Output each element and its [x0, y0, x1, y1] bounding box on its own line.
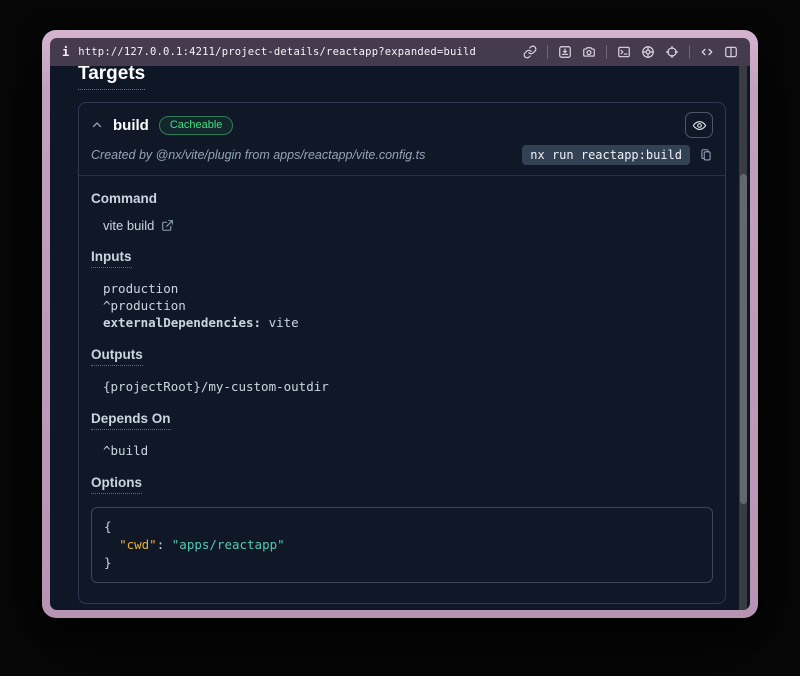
external-deps-value: vite	[261, 315, 299, 330]
created-by-text: Created by @nx/vite/plugin from apps/rea…	[91, 148, 425, 162]
external-link-icon[interactable]	[161, 219, 174, 232]
options-json-block: { "cwd": "apps/reactapp" }	[91, 507, 713, 583]
info-icon: i	[62, 45, 69, 59]
toolbar-separator	[606, 45, 607, 59]
terminal-icon[interactable]	[617, 45, 631, 59]
build-target-header[interactable]: build Cacheable	[79, 103, 725, 142]
scrollbar-thumb[interactable]	[740, 174, 747, 504]
json-open-brace: {	[104, 519, 112, 534]
command-value: vite build	[103, 218, 154, 233]
json-close-brace: }	[104, 555, 112, 570]
depends-on-label[interactable]: Depends On	[91, 411, 171, 430]
browser-titlebar: i http://127.0.0.1:4211/project-details/…	[50, 38, 750, 66]
address-bar[interactable]: http://127.0.0.1:4211/project-details/re…	[78, 46, 476, 58]
browser-window: i http://127.0.0.1:4211/project-details/…	[42, 30, 758, 618]
json-separator: :	[157, 537, 172, 552]
input-item: production	[103, 280, 713, 297]
copy-icon[interactable]	[699, 147, 713, 163]
json-value-cwd: "apps/reactapp"	[172, 537, 285, 552]
section-command: Command vite build	[91, 190, 713, 233]
toolbar-separator	[547, 45, 548, 59]
titlebar-toolbar	[523, 45, 738, 59]
toolbar-separator	[689, 45, 690, 59]
input-item: ^production	[103, 297, 713, 314]
json-key-cwd: "cwd"	[119, 537, 157, 552]
target-name-build: build	[113, 117, 149, 134]
wheel-icon[interactable]	[641, 45, 655, 59]
depends-on-item: ^build	[103, 442, 713, 459]
build-target-body: Command vite build Inputs production	[79, 176, 725, 603]
technical-details-button[interactable]	[685, 112, 713, 138]
code-icon[interactable]	[700, 45, 714, 59]
camera-icon[interactable]	[582, 45, 596, 59]
section-outputs: Outputs {projectRoot}/my-custom-outdir	[91, 346, 713, 395]
section-depends-on: Depends On ^build	[91, 410, 713, 459]
run-command-chip[interactable]: nx run reactapp:build	[522, 145, 690, 165]
cacheable-badge: Cacheable	[159, 116, 234, 135]
section-options: Options { "cwd": "apps/reactapp" }	[91, 474, 713, 583]
page-title: Targets	[78, 66, 145, 90]
inputs-label[interactable]: Inputs	[91, 249, 132, 268]
chevron-up-icon[interactable]	[91, 119, 103, 131]
input-item-external-deps: externalDependencies: vite	[103, 314, 713, 331]
project-details-page: Targets build Cacheable Created by @nx/v…	[50, 66, 750, 610]
build-target-subheader: Created by @nx/vite/plugin from apps/rea…	[79, 142, 725, 176]
link-icon[interactable]	[523, 45, 537, 59]
target-icon[interactable]	[665, 45, 679, 59]
section-inputs: Inputs production ^production externalDe…	[91, 248, 713, 331]
inbox-icon[interactable]	[558, 45, 572, 59]
options-label[interactable]: Options	[91, 475, 142, 494]
command-label: Command	[91, 191, 157, 206]
outputs-label[interactable]: Outputs	[91, 347, 143, 366]
output-item: {projectRoot}/my-custom-outdir	[103, 378, 713, 395]
external-deps-key: externalDependencies:	[103, 315, 261, 330]
split-view-icon[interactable]	[724, 45, 738, 59]
json-indent	[104, 537, 119, 552]
target-card-build: build Cacheable Created by @nx/vite/plug…	[78, 102, 726, 604]
